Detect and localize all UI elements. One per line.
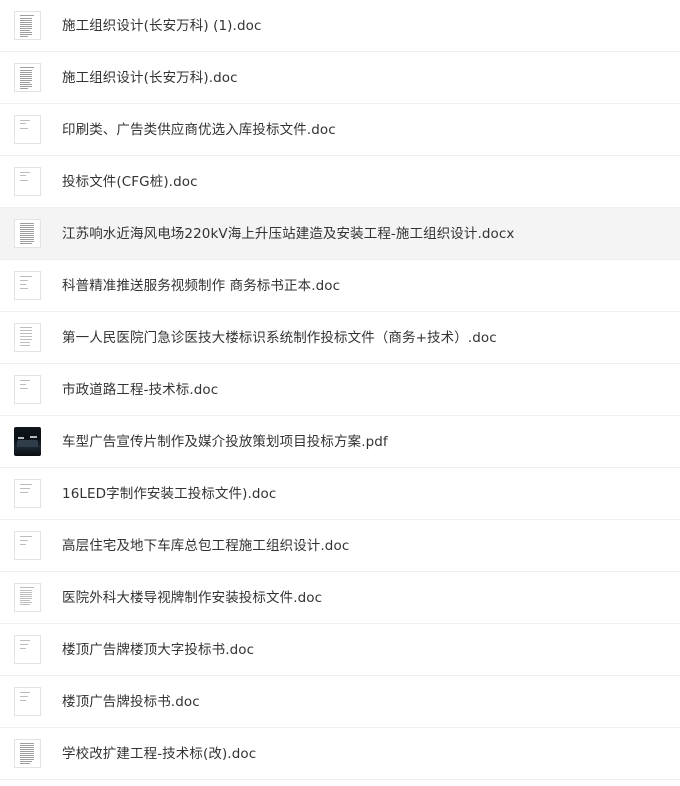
file-name[interactable]: 医院外科大楼导视牌制作安装投标文件.doc bbox=[62, 572, 322, 624]
document-thumbnail-icon bbox=[14, 115, 41, 144]
document-thumbnail-icon bbox=[14, 375, 41, 404]
file-name[interactable]: 学校改扩建工程-技术标(改).doc bbox=[62, 728, 256, 780]
file-name[interactable]: 投标文件(CFG桩).doc bbox=[62, 156, 198, 208]
document-thumbnail-icon bbox=[14, 583, 41, 612]
file-list-item[interactable]: 16LED字制作安装工投标文件).doc bbox=[0, 468, 680, 520]
document-thumbnail-icon bbox=[14, 323, 41, 352]
file-name[interactable]: 高层住宅及地下车库总包工程施工组织设计.doc bbox=[62, 520, 349, 572]
file-list-item[interactable]: 科普精准推送服务视频制作 商务标书正本.doc bbox=[0, 260, 680, 312]
file-name[interactable]: 市政道路工程-技术标.doc bbox=[62, 364, 218, 416]
file-name[interactable]: 第一人民医院门急诊医技大楼标识系统制作投标文件（商务+技术）.doc bbox=[62, 312, 497, 364]
file-list-item[interactable]: 车型广告宣传片制作及媒介投放策划项目投标方案.pdf bbox=[0, 416, 680, 468]
file-name[interactable]: 16LED字制作安装工投标文件).doc bbox=[62, 468, 276, 520]
file-list-item[interactable]: 江苏响水近海风电场220kV海上升压站建造及安装工程-施工组织设计.docx bbox=[0, 208, 680, 260]
file-name[interactable]: 科普精准推送服务视频制作 商务标书正本.doc bbox=[62, 260, 340, 312]
file-name[interactable]: 车型广告宣传片制作及媒介投放策划项目投标方案.pdf bbox=[62, 416, 388, 468]
document-thumbnail-icon bbox=[14, 219, 41, 248]
pdf-photo-thumbnail-icon bbox=[14, 427, 41, 456]
file-name[interactable]: 施工组织设计(长安万科) (1).doc bbox=[62, 0, 262, 52]
document-thumbnail-icon bbox=[14, 63, 41, 92]
file-list-item[interactable]: 医院外科大楼导视牌制作安装投标文件.doc bbox=[0, 572, 680, 624]
file-list-item[interactable]: 施工组织设计(长安万科) (1).doc bbox=[0, 0, 680, 52]
document-thumbnail-icon bbox=[14, 167, 41, 196]
file-name[interactable]: 楼顶广告牌楼顶大字投标书.doc bbox=[62, 624, 254, 676]
document-thumbnail-icon bbox=[14, 479, 41, 508]
file-list-item[interactable]: 印刷类、广告类供应商优选入库投标文件.doc bbox=[0, 104, 680, 156]
document-thumbnail-icon bbox=[14, 739, 41, 768]
file-name[interactable]: 施工组织设计(长安万科).doc bbox=[62, 52, 238, 104]
file-name[interactable]: 印刷类、广告类供应商优选入库投标文件.doc bbox=[62, 104, 336, 156]
file-list-item[interactable]: 高层住宅及地下车库总包工程施工组织设计.doc bbox=[0, 520, 680, 572]
document-thumbnail-icon bbox=[14, 635, 41, 664]
file-list: 施工组织设计(长安万科) (1).doc 施工组织设计(长安万科).doc 印刷类、… bbox=[0, 0, 680, 780]
document-thumbnail-icon bbox=[14, 271, 41, 300]
file-list-item[interactable]: 市政道路工程-技术标.doc bbox=[0, 364, 680, 416]
file-list-item[interactable]: 楼顶广告牌投标书.doc bbox=[0, 676, 680, 728]
file-list-item[interactable]: 楼顶广告牌楼顶大字投标书.doc bbox=[0, 624, 680, 676]
document-thumbnail-icon bbox=[14, 531, 41, 560]
file-list-item[interactable]: 投标文件(CFG桩).doc bbox=[0, 156, 680, 208]
file-name[interactable]: 楼顶广告牌投标书.doc bbox=[62, 676, 200, 728]
file-list-item[interactable]: 学校改扩建工程-技术标(改).doc bbox=[0, 728, 680, 780]
file-list-item[interactable]: 第一人民医院门急诊医技大楼标识系统制作投标文件（商务+技术）.doc bbox=[0, 312, 680, 364]
file-list-item[interactable]: 施工组织设计(长安万科).doc bbox=[0, 52, 680, 104]
document-thumbnail-icon bbox=[14, 687, 41, 716]
document-thumbnail-icon bbox=[14, 11, 41, 40]
file-name[interactable]: 江苏响水近海风电场220kV海上升压站建造及安装工程-施工组织设计.docx bbox=[62, 208, 515, 260]
